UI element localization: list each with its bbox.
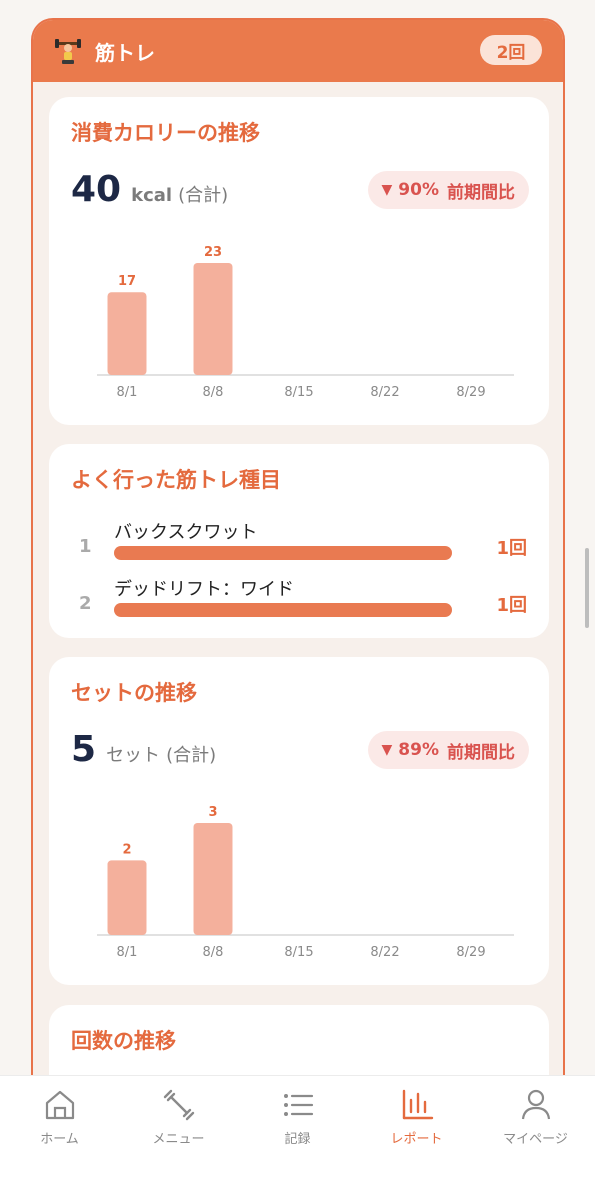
- person-icon: [521, 1089, 550, 1120]
- bar-value-label: 17: [118, 274, 136, 289]
- bar-chart-icon: [402, 1089, 433, 1120]
- down-arrow-icon: ▼: [381, 182, 393, 198]
- list-icon: [283, 1094, 313, 1116]
- exercise-count: 1回: [496, 595, 527, 616]
- rank-number: 2: [79, 593, 92, 614]
- total-unit: kcal: [131, 185, 173, 206]
- exercise-count: 1回: [496, 538, 527, 559]
- change-value: 90%: [398, 180, 439, 200]
- panel-title: 筋トレ: [95, 40, 155, 65]
- x-tick-label: 8/15: [284, 385, 313, 400]
- frequency-bar: [114, 603, 452, 617]
- total-value: 40: [71, 169, 122, 210]
- card-title: よく行った筋トレ種目: [71, 468, 281, 492]
- change-badge: ▼ 90% 前期間比: [367, 171, 529, 209]
- home-icon: [45, 1090, 74, 1120]
- bar[interactable]: [107, 860, 147, 935]
- change-value: 89%: [398, 740, 439, 760]
- bar-value-label: 3: [208, 805, 217, 820]
- bar[interactable]: [193, 823, 233, 935]
- dumbbell-icon: [163, 1089, 194, 1121]
- tab-menu[interactable]: メニュー: [119, 1086, 238, 1147]
- card-title: 消費カロリーの推移: [71, 121, 260, 145]
- x-tick-label: 8/8: [203, 385, 224, 400]
- x-tick-label: 8/15: [284, 945, 313, 960]
- calories-bar-chart: 17 8/1 23 8/8 8/15 8/22 8/29: [97, 245, 514, 400]
- tab-mypage[interactable]: マイページ: [476, 1086, 595, 1147]
- tab-home[interactable]: ホーム: [0, 1086, 119, 1147]
- bar-value-label: 2: [122, 842, 131, 857]
- total-suffix: (合計): [178, 185, 229, 206]
- top-exercises-card: よく行った筋トレ種目 1 バックスクワット 1回 2 デッドリフト：ワイド 1回: [49, 444, 549, 638]
- change-label: 前期間比: [447, 742, 515, 763]
- exercise-name: バックスクワット: [114, 522, 258, 543]
- x-tick-label: 8/1: [117, 945, 138, 960]
- session-count-badge: 2回: [480, 35, 542, 65]
- tab-label: メニュー: [152, 1132, 205, 1147]
- x-tick-label: 8/29: [456, 385, 485, 400]
- rank-number: 1: [79, 536, 92, 557]
- card-title: 回数の推移: [71, 1029, 176, 1053]
- tab-records[interactable]: 記録: [238, 1086, 357, 1147]
- tab-label: マイページ: [503, 1132, 568, 1147]
- total-unit: セット: [106, 745, 161, 766]
- change-badge: ▼ 89% 前期間比: [367, 731, 529, 769]
- calories-total: 40 kcal (合計): [71, 169, 228, 210]
- x-tick-label: 8/29: [456, 945, 485, 960]
- sets-card: セットの推移 5 セット (合計) ▼ 89% 前期間比 2 8/1 3 8/8 8/1…: [49, 657, 549, 985]
- bar[interactable]: [193, 263, 233, 375]
- scrollbar[interactable]: [585, 548, 589, 628]
- change-label: 前期間比: [447, 182, 515, 203]
- sets-total: 5 セット (合計): [71, 729, 216, 770]
- panel-header: 筋トレ 2回: [33, 20, 563, 82]
- calories-card: 消費カロリーの推移 40 kcal (合計) ▼ 90% 前期間比 17 8/1 2…: [49, 97, 549, 425]
- tab-label: 記録: [284, 1132, 311, 1147]
- tab-label: レポート: [390, 1132, 443, 1147]
- list-item[interactable]: 1 バックスクワット 1回: [49, 518, 549, 578]
- bottom-tab-bar: ホーム メニュー 記録 レポート マイページ: [0, 1075, 595, 1200]
- total-value: 5: [71, 729, 97, 770]
- exercise-name: デッドリフト：ワイド: [114, 579, 294, 600]
- total-suffix: (合計): [166, 745, 217, 766]
- list-item[interactable]: 2 デッドリフト：ワイド 1回: [49, 575, 549, 635]
- x-tick-label: 8/8: [203, 945, 224, 960]
- card-title: セットの推移: [71, 681, 197, 705]
- x-tick-label: 8/22: [370, 945, 399, 960]
- down-arrow-icon: ▼: [381, 742, 393, 758]
- sets-bar-chart: 2 8/1 3 8/8 8/15 8/22 8/29: [97, 805, 514, 960]
- strength-training-panel: 筋トレ 2回 消費カロリーの推移 40 kcal (合計) ▼ 90% 前期間比…: [31, 18, 565, 1200]
- dumbbell-icon: [53, 36, 83, 66]
- x-tick-label: 8/1: [117, 385, 138, 400]
- x-tick-label: 8/22: [370, 385, 399, 400]
- frequency-bar: [114, 546, 452, 560]
- bar-value-label: 23: [204, 245, 222, 260]
- tab-label: ホーム: [40, 1132, 79, 1147]
- tab-report[interactable]: レポート: [357, 1086, 476, 1147]
- bar[interactable]: [107, 292, 147, 375]
